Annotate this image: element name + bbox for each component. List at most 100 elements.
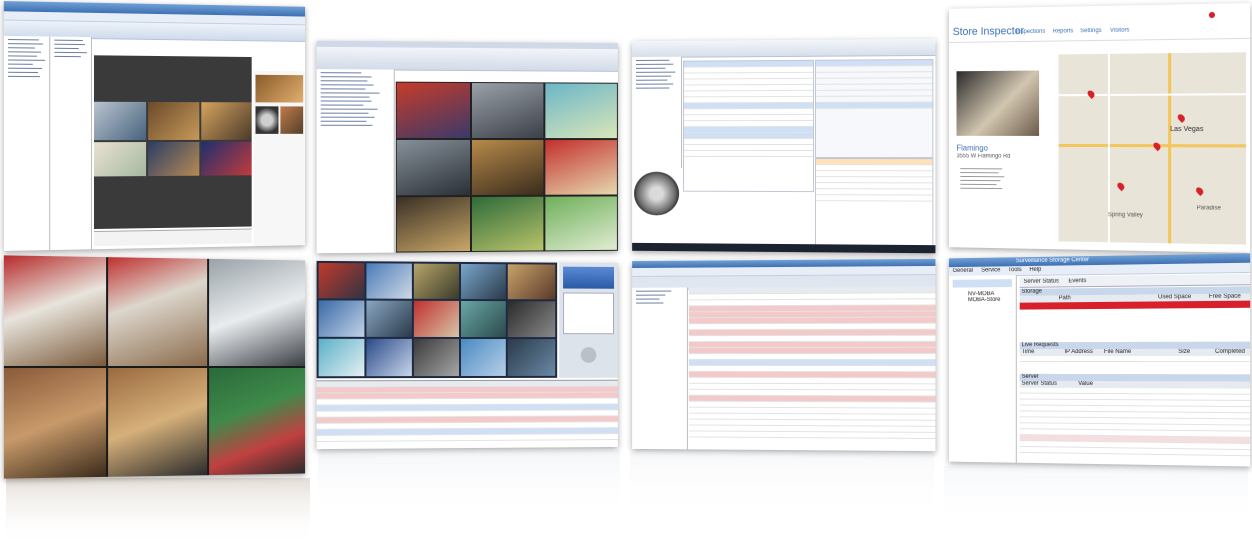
site-tree[interactable] — [632, 56, 683, 168]
camera-tile[interactable] — [545, 83, 617, 139]
camera-tile[interactable] — [201, 102, 252, 140]
toolbar — [316, 46, 618, 72]
store-photo — [956, 70, 1040, 136]
nav-settings[interactable]: Settings — [1080, 28, 1101, 34]
camera-tile[interactable] — [545, 196, 617, 251]
camera-tile[interactable] — [507, 264, 556, 300]
event-log-table[interactable] — [316, 379, 618, 450]
camera-tile[interactable] — [255, 74, 304, 103]
map-pin-icon[interactable] — [1176, 112, 1187, 123]
store-name: Flamingo — [956, 143, 988, 153]
col-file-name: File Name — [1103, 348, 1132, 355]
storage-section: Storage Path Used Space Free Space — [1019, 286, 1251, 341]
map-pin-icon[interactable] — [1151, 141, 1162, 152]
camera-tile[interactable] — [396, 82, 470, 139]
clock-display — [563, 266, 614, 289]
camera-tile[interactable] — [366, 263, 412, 299]
camera-tile[interactable] — [3, 368, 107, 479]
nav-visitors[interactable]: Visitors — [1110, 27, 1130, 33]
server-item[interactable] — [952, 279, 1012, 288]
camera-tile[interactable] — [280, 106, 304, 134]
camera-tile[interactable] — [545, 140, 617, 195]
server-tree[interactable] — [632, 287, 688, 450]
camera-tile[interactable] — [366, 338, 412, 377]
col-server-status: Server Status — [1021, 380, 1057, 387]
camera-tile[interactable] — [209, 367, 306, 476]
reflection — [6, 478, 310, 544]
map-pin-icon[interactable] — [1086, 89, 1096, 99]
video-area — [93, 55, 252, 230]
camera-tile[interactable] — [507, 339, 556, 376]
camera-tile[interactable] — [461, 263, 506, 300]
server-tree[interactable]: NV-MOBA MOBA-Store — [948, 275, 1017, 463]
camera-tile[interactable] — [471, 196, 544, 251]
camera-tile[interactable] — [471, 140, 544, 195]
video-grid — [316, 260, 558, 379]
store-address: 3555 W Flamingo Rd — [956, 153, 1011, 160]
camera-tile[interactable] — [108, 367, 208, 477]
camera-tile[interactable] — [3, 255, 107, 366]
camera-tree[interactable] — [50, 36, 92, 251]
col-value: Value — [1078, 380, 1093, 387]
nav-reports[interactable]: Reports — [1053, 28, 1074, 34]
camera-tile[interactable] — [148, 101, 200, 141]
side-preview — [253, 70, 306, 247]
message-table[interactable] — [688, 286, 936, 452]
camera-tile[interactable] — [201, 141, 252, 176]
server-section: Server Server Status Value — [1019, 373, 1251, 467]
camera-tile[interactable] — [413, 338, 460, 377]
camera-tile[interactable] — [148, 141, 200, 177]
screen-event-manager — [632, 38, 936, 254]
nav-inspections[interactable]: Inspections — [1016, 29, 1045, 35]
map-label-spring-valley: Spring Valley — [1107, 212, 1143, 219]
camera-tile[interactable] — [396, 139, 470, 196]
menu-help[interactable]: Help — [1029, 267, 1041, 273]
camera-tile[interactable] — [461, 300, 506, 338]
camera-tile[interactable] — [318, 262, 365, 299]
camera-tile[interactable] — [318, 300, 365, 337]
tab-server-status[interactable]: Server Status — [1024, 278, 1059, 284]
window-title: Surveillance Storage Center — [1015, 257, 1090, 265]
preset-list[interactable] — [563, 292, 614, 335]
camera-tile[interactable] — [93, 142, 147, 177]
ptz-controls[interactable] — [563, 338, 614, 372]
menu-tools[interactable]: Tools — [1008, 267, 1022, 273]
device-table[interactable] — [683, 59, 815, 193]
app-header: Store Inspector Inspections Reports Sett… — [948, 3, 1251, 43]
store-map[interactable]: Las Vegas Spring Valley Paradise — [1058, 52, 1246, 245]
server-columns: Server Status Value — [1019, 380, 1251, 389]
col-used-space: Used Space — [1157, 294, 1192, 301]
device-tree[interactable] — [316, 69, 395, 254]
screen-storage-center: Surveillance Storage Center General Serv… — [948, 253, 1251, 467]
camera-tile[interactable] — [255, 106, 279, 134]
camera-tile[interactable] — [413, 263, 460, 299]
server-item-moba-store[interactable]: MOBA-Store — [968, 297, 1016, 303]
camera-tile[interactable] — [318, 338, 365, 377]
app-title: Store Inspector — [952, 25, 1025, 39]
menu-service[interactable]: Service — [981, 267, 1000, 273]
map-pin-icon[interactable] — [1115, 181, 1126, 192]
menu-general[interactable]: General — [953, 268, 973, 274]
camera-tile[interactable] — [396, 196, 470, 252]
camera-tile[interactable] — [366, 300, 412, 337]
camera-tile[interactable] — [108, 257, 208, 367]
camera-tile[interactable] — [461, 338, 506, 377]
thumbnail-strip[interactable] — [93, 228, 252, 247]
toolbar — [632, 38, 936, 59]
map-pin-icon[interactable] — [1194, 185, 1205, 197]
tab-events[interactable]: Events — [1068, 278, 1086, 284]
device-tree[interactable] — [3, 35, 51, 251]
camera-tile[interactable] — [209, 258, 306, 367]
screen-store-inspector: Store Inspector Inspections Reports Sett… — [948, 3, 1251, 253]
camera-tile[interactable] — [413, 300, 460, 337]
alert-icon[interactable] — [1208, 11, 1216, 19]
screen-ptz-event-log — [316, 260, 618, 450]
camera-tile[interactable] — [471, 83, 544, 139]
log-table[interactable] — [815, 158, 934, 248]
fisheye-view[interactable] — [634, 171, 680, 216]
camera-tile[interactable] — [507, 301, 556, 338]
properties-panel[interactable] — [815, 58, 934, 159]
reflection — [944, 466, 1248, 526]
camera-tile[interactable] — [93, 101, 147, 141]
live-columns: Time IP Address File Name Size Completed — [1019, 348, 1251, 357]
